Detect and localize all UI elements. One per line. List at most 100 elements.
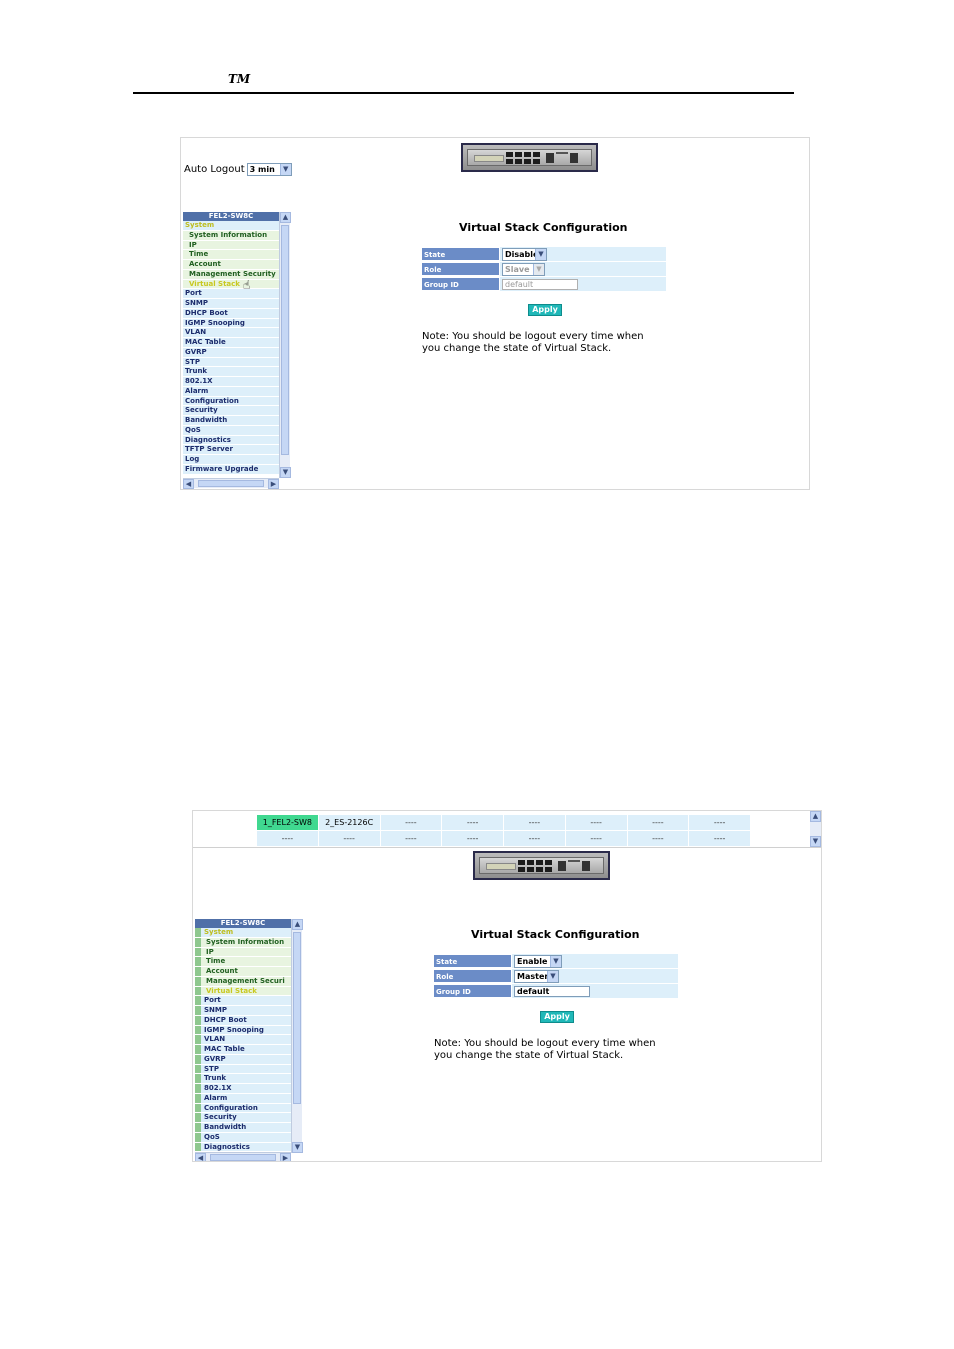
stack-member-cell[interactable]: ---- [257,831,318,846]
stack-member-cell[interactable]: ---- [504,815,565,830]
menu-item[interactable]: System Information [195,937,291,948]
menu-hscroll[interactable]: ◀ ▶ [195,1152,291,1161]
menu-vscroll[interactable]: ▲ ▼ [279,212,291,478]
menu-item[interactable]: STP [195,1064,291,1075]
scroll-up-icon[interactable]: ▲ [810,811,821,822]
menu-item[interactable]: Log [183,455,279,465]
stack-member-cell[interactable]: ---- [689,815,750,830]
menu-item[interactable]: SNMP [195,1006,291,1016]
menu-item[interactable]: Trunk [195,1074,291,1084]
menu-item[interactable]: 802.1X [183,377,279,387]
state-select[interactable]: Enable ▼ [514,954,562,968]
menu-item[interactable]: MAC Table [195,1045,291,1055]
scroll-thumb[interactable] [293,932,301,1104]
stack-member-cell[interactable]: ---- [380,831,442,846]
apply-button[interactable]: Apply [540,1011,574,1023]
menu-item[interactable]: QoS [195,1132,291,1143]
menu-item[interactable]: SNMP [183,299,279,309]
apply-button[interactable]: Apply [528,304,562,316]
menu-item[interactable]: 802.1X [195,1084,291,1094]
menu-item-label: System [185,221,215,229]
stack-member-cell[interactable]: 1_FEL2-SW8 [257,815,318,830]
scroll-up-icon[interactable]: ▲ [292,919,303,930]
menu-vscroll[interactable]: ▲ ▼ [291,919,303,1153]
menu-item[interactable]: VLAN [195,1035,291,1045]
menu-item[interactable]: Account [195,967,291,977]
hscroll-thumb[interactable] [198,480,264,487]
menu-item-label: System Information [206,937,285,946]
menu-item[interactable]: Account [183,260,279,270]
menu-item[interactable]: Bandwidth [183,416,279,426]
menu-item-label: IP [189,240,197,249]
state-select[interactable]: Disable ▼ [502,247,547,261]
hscroll-thumb[interactable] [210,1154,276,1161]
stack-member-cell[interactable]: ---- [442,815,503,830]
menu-item[interactable]: Alarm [195,1093,291,1104]
menu-item[interactable]: System [195,928,291,938]
menu-item[interactable]: Security [195,1113,291,1123]
stack-member-cell[interactable]: ---- [627,831,689,846]
menu-item[interactable]: DHCP Boot [195,1015,291,1026]
stack-member-cell[interactable]: ---- [504,831,565,846]
menu-item[interactable]: Alarm [183,386,279,397]
menu-item[interactable]: Configuration [183,396,279,407]
menu-item[interactable]: Security [183,406,279,416]
stack-member-cell[interactable]: ---- [565,831,627,846]
menu-item[interactable]: VLAN [183,328,279,338]
scroll-left-icon[interactable]: ◀ [183,479,194,489]
scroll-down-icon[interactable]: ▼ [280,467,291,478]
menu-list: System System Information IP Time Account Man… [195,928,291,1153]
menu-item[interactable]: Virtual Stack [183,279,279,290]
menu-item[interactable]: Time [195,957,291,967]
menu-item[interactable]: GVRP [183,347,279,358]
menu-item[interactable]: System Information [183,230,279,241]
stack-member-cell[interactable]: ---- [442,831,503,846]
menu-item[interactable]: IGMP Snooping [195,1025,291,1036]
stack-member-cell[interactable]: ---- [627,815,689,830]
menu-item[interactable]: GVRP [195,1054,291,1065]
menu-item[interactable]: Diagnostics [183,435,279,446]
menu-item[interactable]: MAC Table [183,338,279,348]
scroll-right-icon[interactable]: ▶ [268,479,279,489]
menu-item[interactable]: Management Security [183,269,279,280]
menu-item[interactable]: Diagnostics [195,1142,291,1153]
menu-item[interactable]: Firmware Upgrade [183,464,279,475]
stack-member-cell[interactable]: ---- [380,815,442,830]
menu-item[interactable]: DHCP Boot [183,308,279,319]
group-id-input[interactable]: default [514,985,590,997]
tree-marker-icon [195,1006,201,1015]
menu-item[interactable]: Management Securi [195,976,291,987]
scroll-up-icon[interactable]: ▲ [280,212,291,223]
menu-item[interactable]: Configuration [195,1103,291,1114]
stack-member-cell[interactable]: ---- [689,831,750,846]
scroll-left-icon[interactable]: ◀ [195,1153,206,1161]
menu-item[interactable]: IP [183,240,279,251]
scroll-down-icon[interactable]: ▼ [292,1142,303,1153]
top-frame-vscroll[interactable]: ▲ ▼ [810,811,821,847]
stack-member-cell[interactable]: ---- [565,815,627,830]
scroll-thumb[interactable] [281,225,289,455]
group-id-label: Group ID [421,277,500,291]
stack-member-cell[interactable]: ---- [318,831,380,846]
role-select[interactable]: Master ▼ [514,969,559,983]
config-table: State Enable ▼ Role Master ▼ Group ID de… [433,954,678,999]
menu-item[interactable]: Bandwidth [195,1123,291,1133]
auto-logout-value: 3 min [249,165,275,174]
menu-item[interactable]: STP [183,357,279,368]
menu-item[interactable]: Port [183,289,279,299]
stack-member-cell[interactable]: 2_ES-2126C [318,815,380,830]
scroll-right-icon[interactable]: ▶ [280,1153,291,1161]
menu-item[interactable]: System [183,221,279,231]
menu-item[interactable]: Time [183,250,279,260]
menu-item[interactable]: IP [195,947,291,958]
stack-row-1: 1_FEL2-SW8 2_ES-2126C ---- ---- ---- ---- ----… [257,815,751,830]
menu-item[interactable]: IGMP Snooping [183,318,279,329]
menu-item[interactable]: Virtual Stack [195,986,291,997]
menu-item[interactable]: Trunk [183,367,279,377]
menu-item[interactable]: Port [195,996,291,1006]
menu-item[interactable]: TFTP Server [183,445,279,455]
auto-logout-select[interactable]: 3 min ▼ [246,163,292,176]
menu-item[interactable]: QoS [183,425,279,436]
menu-hscroll[interactable]: ◀ ▶ [183,478,279,489]
scroll-down-icon[interactable]: ▼ [810,836,821,847]
